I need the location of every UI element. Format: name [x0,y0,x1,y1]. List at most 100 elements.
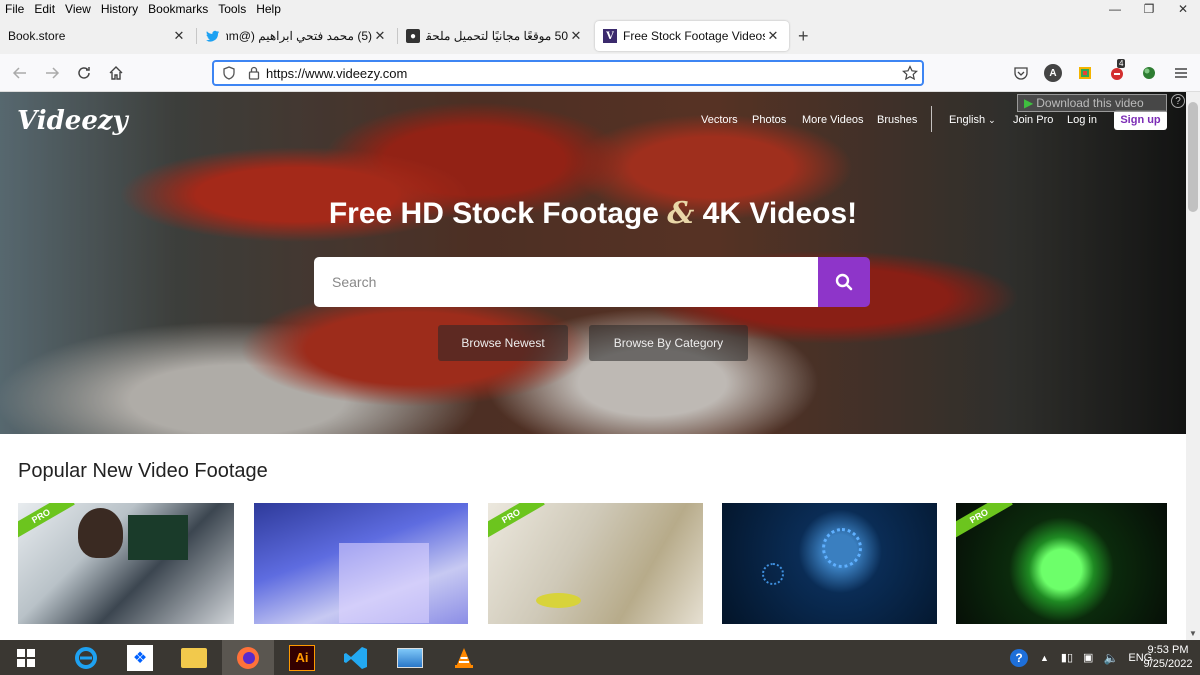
scroll-down-icon[interactable]: ▼ [1189,629,1197,638]
url-bar[interactable]: https://www.videezy.com [212,60,924,86]
taskbar-illustrator[interactable]: Ai [276,640,328,675]
menu-help[interactable]: Help [251,0,286,18]
help-tray-icon[interactable]: ? [1010,648,1028,667]
system-tray: ? ▲ ▮▯ ▣ 🔈 ENG [1010,640,1152,675]
network-icon[interactable]: ▣ [1083,651,1093,664]
menu-bar: File Edit View History Bookmarks Tools H… [0,0,1200,18]
window-controls: — ❐ ✕ [1098,0,1200,18]
search-button[interactable] [818,257,870,307]
extension-globe-icon[interactable] [1140,64,1158,82]
reload-button[interactable] [74,63,94,83]
menu-view[interactable]: View [60,0,96,18]
extension-shield-icon[interactable]: 4 [1108,59,1126,82]
close-icon: ✕ [1177,2,1189,16]
video-thumbnail[interactable]: PRO [18,503,234,624]
nav-more-videos[interactable]: More Videos [802,114,864,126]
shield-icon[interactable] [222,66,236,80]
folder-icon [181,647,207,668]
taskbar-firefox[interactable] [222,640,274,675]
home-button[interactable] [106,63,126,83]
menu-tools[interactable]: Tools [213,0,251,18]
arrow-left-icon [12,67,26,79]
play-icon: ▶ [1024,96,1034,110]
tab-separator [196,28,197,44]
video-thumbnail[interactable] [722,503,937,624]
page-scrollbar[interactable]: ▼ [1186,92,1200,640]
menu-bookmarks[interactable]: Bookmarks [143,0,213,18]
nav-photos[interactable]: Photos [752,114,786,126]
download-video-button[interactable]: ▶ Download this video [1017,94,1167,112]
vscode-icon [344,646,367,669]
tab-close-icon[interactable]: ✕ [372,28,388,44]
tab-arabic-article[interactable]: ● 50 موقعًا مجانيًا لتحميل ملحقات تصم ✕ [398,21,592,51]
close-window-button[interactable]: ✕ [1166,0,1200,18]
internet-explorer-icon [75,646,97,669]
browse-newest-button[interactable]: Browse Newest [438,325,568,361]
chevron-up-icon[interactable]: ▲ [1040,653,1049,663]
back-button[interactable] [10,63,30,83]
extension-badge: 4 [1117,59,1126,68]
tab-close-icon[interactable]: ✕ [765,28,781,44]
tab-twitter[interactable]: (5) محمد فتحي ابراهيم (@smemm ✕ [198,21,396,51]
videezy-logo[interactable]: Videezy [17,106,128,136]
join-pro-link[interactable]: Join Pro [1013,114,1053,126]
signup-button[interactable]: Sign up [1114,110,1167,130]
restore-button[interactable]: ❐ [1132,0,1166,18]
restore-icon: ❐ [1143,2,1155,16]
download-video-label: Download this video [1036,96,1144,110]
volume-icon[interactable]: 🔈 [1103,651,1118,665]
scrollbar-thumb[interactable] [1188,102,1198,212]
search-icon [835,273,853,291]
chevron-down-icon: ⌄ [988,115,996,125]
video-thumbnail[interactable]: PRO [956,503,1167,624]
pocket-icon[interactable] [1012,64,1030,82]
taskbar-vscode[interactable] [330,640,382,675]
browse-category-button[interactable]: Browse By Category [589,325,748,361]
language-label: English [949,114,986,126]
taskbar-file-explorer[interactable] [168,640,220,675]
menu-edit[interactable]: Edit [29,0,60,18]
site-icon: ● [406,29,420,43]
language-selector[interactable]: English ⌄ [949,114,996,126]
nav-divider [931,106,932,132]
battery-icon[interactable]: ▮▯ [1061,651,1073,664]
video-thumbnail[interactable]: PRO [488,503,703,624]
nav-vectors[interactable]: Vectors [701,114,738,126]
lock-icon[interactable] [248,66,260,80]
home-icon [109,66,123,80]
tab-close-icon[interactable]: ✕ [568,28,584,44]
taskbar-photos[interactable] [384,640,436,675]
menu-history[interactable]: History [96,0,143,18]
menu-file[interactable]: File [0,0,29,18]
taskbar-vlc[interactable] [438,640,490,675]
tab-book-store[interactable]: Book.store ✕ [0,21,195,51]
forward-button[interactable] [42,63,62,83]
arrow-right-icon [46,67,60,79]
tab-videezy[interactable]: V Free Stock Footage Videos, 4k ✕ [595,21,789,51]
video-thumbnail[interactable] [254,503,468,624]
taskbar-clock[interactable]: 9:53 PM 9/25/2022 [1138,643,1198,671]
clock-time: 9:53 PM [1147,644,1189,656]
start-button[interactable] [0,640,52,675]
thumbnail-shape [128,515,188,560]
account-icon[interactable]: A [1044,64,1062,82]
search-input[interactable] [314,257,818,307]
tab-bar: Book.store ✕ (5) محمد فتحي ابراهيم (@sme… [0,18,1200,54]
nav-brushes[interactable]: Brushes [877,114,917,126]
hamburger-menu-icon[interactable] [1172,64,1190,82]
url-text[interactable]: https://www.videezy.com [266,66,407,81]
star-icon[interactable] [902,65,918,81]
help-icon[interactable]: ? [1171,94,1185,108]
tab-close-icon[interactable]: ✕ [171,28,187,44]
new-tab-button[interactable]: + [798,26,809,47]
taskbar-internet-explorer[interactable] [60,640,112,675]
reload-icon [78,67,90,79]
minimize-button[interactable]: — [1098,0,1132,18]
extension-colorful-icon[interactable] [1076,64,1094,82]
vlc-icon [455,647,473,668]
taskbar-dropbox[interactable]: ❖ [114,640,166,675]
tab-title: Book.store [8,29,66,43]
tab-title: 50 موقعًا مجانيًا لتحميل ملحقات تصم [426,29,568,43]
virus-shape [762,563,784,585]
login-link[interactable]: Log in [1067,114,1097,126]
